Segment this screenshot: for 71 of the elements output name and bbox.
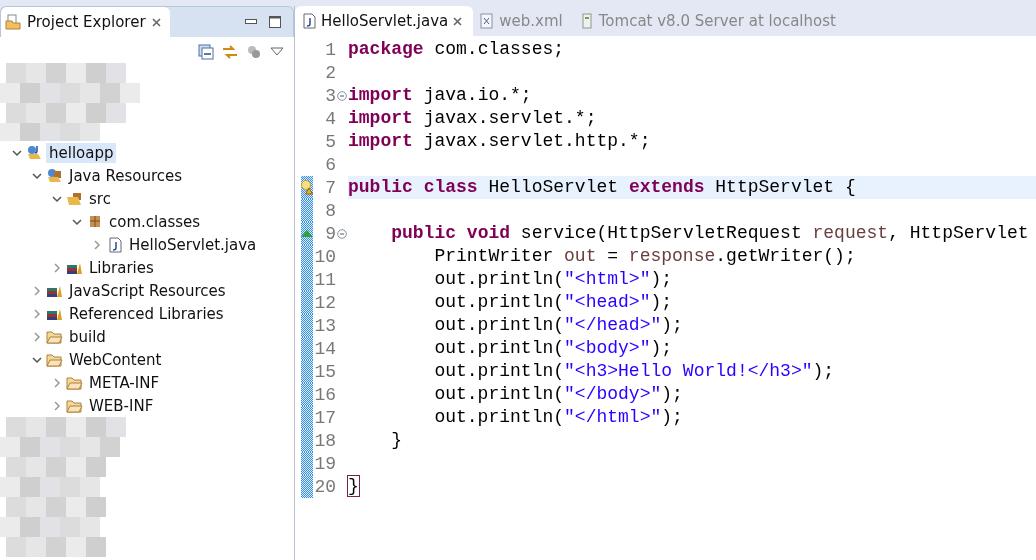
code-line: import java.io.*; [348, 84, 533, 107]
link-arrows-icon[interactable] [222, 44, 238, 60]
tree-item[interactable]: Java Resources [66, 165, 186, 186]
tree-item[interactable]: WEB-INF [86, 395, 157, 416]
code-line: package com.classes; [348, 38, 566, 61]
editor-tab[interactable]: HelloServlet.java [295, 6, 474, 36]
code-line: out.println("<body>"); [433, 337, 674, 360]
tree-item[interactable]: src [86, 188, 114, 209]
line-number: 8 [324, 200, 336, 221]
line-number: 15 [313, 361, 336, 382]
folder-icon [5, 14, 22, 30]
tree-item[interactable]: Libraries [86, 257, 157, 278]
maximize-icon[interactable] [269, 16, 281, 28]
code-line: out.println("</html>"); [433, 406, 684, 429]
code-line: } [348, 475, 360, 498]
folder-icon [66, 374, 83, 391]
tree-item[interactable]: com.classes [106, 211, 204, 232]
tree-item[interactable]: helloapp [46, 142, 117, 163]
code-line: public void service(HttpServletRequest request, HttpServlet [390, 222, 1030, 245]
code-line: } [390, 429, 403, 452]
code-line: PrintWriter out = response.getWriter(); [433, 245, 857, 268]
line-number: 17 [313, 407, 336, 428]
code-line: import javax.servlet.*; [348, 107, 598, 130]
line-number: 14 [313, 338, 336, 359]
line-number: 19 [313, 453, 336, 474]
code-line: out.println("<h3>Hello World!</h3>"); [433, 360, 836, 383]
web-project-icon [26, 144, 43, 161]
line-number: 2 [324, 62, 336, 83]
line-number: 12 [313, 292, 336, 313]
line-number: 11 [313, 269, 336, 290]
tree-item[interactable]: META-INF [86, 372, 163, 393]
line-number: 7 [324, 177, 336, 198]
line-number: 5 [324, 131, 336, 152]
folder-icon [46, 328, 63, 345]
view-menu-icon[interactable] [270, 47, 284, 57]
code-line: out.println("</head>"); [433, 314, 684, 337]
close-icon[interactable] [452, 15, 464, 27]
xml-file-icon [479, 13, 496, 29]
line-number: 9 [324, 223, 336, 244]
tree-item[interactable]: WebContent [66, 349, 165, 370]
java-file-icon [106, 236, 123, 253]
line-number: 18 [313, 430, 336, 451]
folder-icon [66, 397, 83, 414]
line-number: 4 [324, 108, 336, 129]
code-line: out.println("<html>"); [433, 268, 674, 291]
fold-icon[interactable] [337, 228, 347, 239]
project-explorer-tab[interactable]: Project Explorer [1, 7, 170, 37]
line-number: 3 [324, 85, 336, 106]
tree-item[interactable]: build [66, 326, 109, 347]
override-triangle-icon[interactable] [301, 230, 313, 237]
line-number: 16 [313, 384, 336, 405]
folder-icon [46, 351, 63, 368]
tree-item[interactable]: JavaScript Resources [66, 280, 229, 301]
tree-item[interactable]: Referenced Libraries [66, 303, 227, 324]
code-line: out.println("<head>"); [433, 291, 674, 314]
line-number: 6 [324, 154, 336, 175]
tree-item[interactable]: HelloServlet.java [126, 234, 260, 255]
line-number: 1 [324, 39, 336, 60]
minimize-icon[interactable] [245, 19, 257, 25]
line-number: 20 [313, 476, 336, 497]
resources-icon [46, 167, 63, 184]
source-folder-icon [66, 190, 83, 207]
line-number: 13 [313, 315, 336, 336]
code-line: import javax.servlet.http.*; [348, 130, 652, 153]
warning-bulb-icon[interactable] [301, 180, 313, 195]
java-file-icon [301, 13, 317, 29]
line-number: 10 [313, 246, 336, 267]
collapse-all-icon[interactable] [198, 44, 214, 60]
close-icon[interactable] [150, 16, 162, 28]
code-line: out.println("</body>"); [433, 383, 684, 406]
fold-icon[interactable] [337, 90, 347, 101]
